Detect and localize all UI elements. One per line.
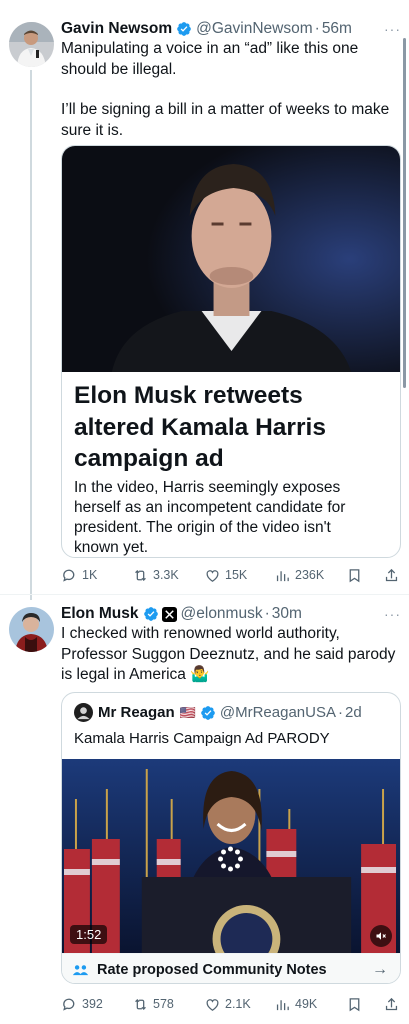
bookmark-icon: [349, 997, 360, 1011]
video-player[interactable]: 1:52: [62, 759, 400, 953]
timestamp[interactable]: 56m: [322, 20, 352, 38]
like-button[interactable]: 15K: [204, 567, 247, 584]
community-notes-icon: [72, 964, 89, 975]
reply-button[interactable]: 1K: [61, 567, 97, 584]
author-name[interactable]: Elon Musk: [61, 605, 139, 623]
like-button[interactable]: 2.1K: [204, 996, 251, 1013]
video-duration: 1:52: [70, 925, 108, 944]
quoted-timestamp[interactable]: 2d: [345, 704, 362, 721]
tweet-text: I checked with renowned world authority,…: [61, 625, 396, 683]
bookmark-button[interactable]: [346, 567, 363, 584]
timestamp[interactable]: 30m: [272, 605, 302, 623]
bookmark-icon: [349, 568, 360, 582]
quoted-author-handle[interactable]: @MrReaganUSA: [220, 704, 336, 721]
quoted-tweet[interactable]: Mr Reagan 🇺🇸 @MrReaganUSA · 2d Kamala Ha…: [61, 692, 401, 984]
more-options-icon[interactable]: ···: [384, 21, 401, 37]
share-button[interactable]: [383, 567, 400, 584]
author-name[interactable]: Gavin Newsom: [61, 20, 172, 38]
avatar-gavin-newsom[interactable]: [9, 22, 54, 67]
views-button[interactable]: 49K: [274, 996, 317, 1013]
quoted-text: Kamala Harris Campaign Ad PARODY: [74, 730, 330, 747]
author-handle[interactable]: @elonmusk: [181, 605, 263, 623]
repost-icon: [135, 998, 146, 1010]
verified-badge-icon: [201, 705, 215, 720]
author-handle[interactable]: @GavinNewsom: [196, 20, 313, 38]
verified-badge-icon: [177, 22, 191, 36]
tweet-text: Manipulating a voice in an “ad” like thi…: [61, 40, 390, 139]
x-affiliation-icon[interactable]: [161, 606, 177, 622]
card-headline: Elon Musk retweets altered Kamala Harris…: [74, 382, 326, 472]
mute-button[interactable]: [370, 925, 392, 947]
repost-button[interactable]: 3.3K: [132, 567, 179, 584]
tweet-actions: 392 578 2.1K 49K: [61, 994, 401, 1014]
muted-speaker-icon: [376, 932, 386, 940]
share-icon: [385, 997, 398, 1010]
repost-button[interactable]: 578: [132, 996, 174, 1013]
link-preview-card[interactable]: Elon Musk retweets altered Kamala Harris…: [61, 145, 401, 558]
separator-dot: ·: [264, 605, 270, 622]
bookmark-button[interactable]: [346, 996, 363, 1013]
views-button[interactable]: 236K: [274, 567, 324, 584]
reply-icon: [63, 569, 75, 582]
analytics-icon: [276, 570, 289, 581]
quoted-author-name[interactable]: Mr Reagan: [98, 704, 175, 721]
shrug-emoji: 🤷‍♂️: [190, 666, 210, 683]
analytics-icon: [276, 999, 289, 1010]
repost-icon: [135, 569, 146, 581]
heart-icon: [206, 998, 219, 1011]
card-image: [62, 146, 400, 372]
us-flag-icon: 🇺🇸: [179, 704, 196, 720]
community-notes-label: Rate proposed Community Notes: [97, 961, 327, 978]
tweet-actions: 1K 3.3K 15K 236K: [61, 565, 401, 585]
more-options-icon[interactable]: ···: [384, 606, 401, 622]
thread-connector-line: [30, 70, 32, 600]
reply-icon: [63, 998, 75, 1011]
share-button[interactable]: [383, 996, 400, 1013]
reply-button[interactable]: 392: [61, 996, 103, 1013]
community-notes-bar[interactable]: Rate proposed Community Notes →: [62, 953, 400, 983]
card-description: In the video, Harris seemingly exposes h…: [74, 479, 346, 556]
scrollbar[interactable]: [403, 38, 406, 388]
arrow-right-icon: →: [372, 960, 388, 978]
quoted-avatar[interactable]: [74, 703, 93, 722]
separator-dot: ·: [314, 20, 320, 37]
tweet-divider: [0, 594, 409, 595]
heart-icon: [206, 569, 219, 582]
avatar-elon-musk[interactable]: [9, 607, 54, 652]
share-icon: [385, 568, 398, 581]
verified-badge-icon: [143, 607, 158, 621]
